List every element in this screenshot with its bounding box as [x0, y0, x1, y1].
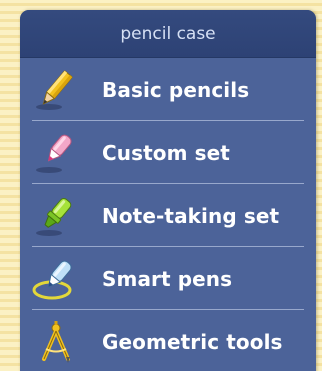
menu-item-geometric-tools[interactable]: Geometric tools — [20, 310, 316, 371]
compass-icon — [32, 319, 78, 365]
green-highlighter-icon — [32, 193, 78, 239]
menu-item-label: Note-taking set — [102, 203, 280, 228]
pink-pencil-icon — [32, 130, 78, 176]
pencil-case-menu: pencil case Basic pencils Custom set Not… — [20, 10, 316, 371]
menu-item-note-taking-set[interactable]: Note-taking set — [20, 184, 316, 247]
yellow-pencil-icon — [32, 67, 78, 113]
menu-item-custom-set[interactable]: Custom set — [20, 121, 316, 184]
menu-title: pencil case — [20, 10, 316, 58]
menu-item-smart-pens[interactable]: Smart pens — [20, 247, 316, 310]
menu-item-label: Geometric tools — [102, 329, 283, 354]
menu-item-label: Smart pens — [102, 266, 233, 291]
menu-item-basic-pencils[interactable]: Basic pencils — [20, 58, 316, 121]
smart-pen-icon — [32, 256, 78, 302]
menu-item-label: Basic pencils — [102, 77, 250, 102]
menu-item-label: Custom set — [102, 140, 230, 165]
menu-list: Basic pencils Custom set Note-taking set… — [20, 58, 316, 371]
